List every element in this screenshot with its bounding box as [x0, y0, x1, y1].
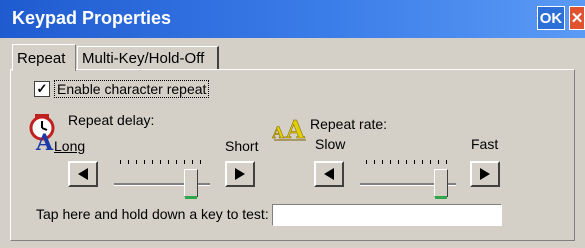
rate-increase-button[interactable]	[470, 161, 500, 187]
window-title: Keypad Properties	[12, 8, 172, 28]
close-button[interactable]: ✕	[569, 6, 585, 30]
delay-decrease-button[interactable]	[68, 161, 98, 187]
slider-tick	[398, 160, 399, 164]
slider-tick	[184, 160, 185, 164]
repeat-delay-label: Repeat delay:	[68, 112, 155, 128]
slider-tick	[144, 160, 145, 164]
tab-multi-key-label: Multi-Key/Hold-Off	[82, 49, 205, 67]
slider-tick	[136, 160, 137, 164]
arrow-right-icon	[235, 168, 245, 180]
slider-tick	[374, 160, 375, 164]
arrow-left-icon	[78, 168, 88, 180]
delay-increase-button[interactable]	[225, 161, 255, 187]
enable-repeat-label[interactable]: Enable character repeat	[54, 80, 210, 98]
ok-button[interactable]: OK	[537, 6, 565, 30]
delay-slider-thumb[interactable]	[183, 169, 198, 199]
arrow-left-icon	[324, 168, 334, 180]
slider-tick	[200, 160, 201, 164]
rate-decrease-button[interactable]	[314, 161, 344, 187]
slider-tick	[422, 160, 423, 164]
rate-slow-label: Slow	[315, 136, 346, 152]
svg-text:A: A	[272, 123, 285, 142]
slider-tick	[128, 160, 129, 164]
svg-text:A: A	[35, 130, 54, 152]
slider-tick	[366, 160, 367, 164]
test-label: Tap here and hold down a key to test:	[36, 206, 269, 222]
slider-tick	[430, 160, 431, 164]
slider-tick	[176, 160, 177, 164]
repeat-rate-label: Repeat rate:	[310, 116, 388, 132]
slider-tick	[446, 160, 447, 164]
slider-tick	[160, 160, 161, 164]
slider-tick	[406, 160, 407, 164]
test-input[interactable]	[272, 204, 502, 226]
slider-tick	[414, 160, 415, 164]
slider-tick	[152, 160, 153, 164]
tab-repeat[interactable]: Repeat	[12, 44, 76, 71]
rate-ticks	[366, 160, 452, 164]
slider-tick	[382, 160, 383, 164]
slider-tick	[390, 160, 391, 164]
enable-repeat-checkbox[interactable]: ✓	[34, 81, 50, 97]
rate-fast-label: Fast	[471, 136, 499, 152]
slider-tick	[168, 160, 169, 164]
arrow-right-icon	[480, 168, 490, 180]
tab-multi-key-hold-off[interactable]: Multi-Key/Hold-Off	[77, 46, 219, 69]
title-bar: Keypad Properties OK ✕	[0, 0, 585, 38]
slider-tick	[438, 160, 439, 164]
rate-slider-thumb[interactable]	[433, 169, 448, 199]
tab-repeat-label: Repeat	[17, 49, 66, 67]
delay-short-label: Short	[225, 138, 259, 154]
delay-long-label: Long	[54, 138, 86, 154]
slider-tick	[192, 160, 193, 164]
slider-tick	[120, 160, 121, 164]
text-size-icon: A A	[272, 115, 306, 142]
delay-ticks	[120, 160, 206, 164]
svg-text:A: A	[285, 115, 305, 142]
